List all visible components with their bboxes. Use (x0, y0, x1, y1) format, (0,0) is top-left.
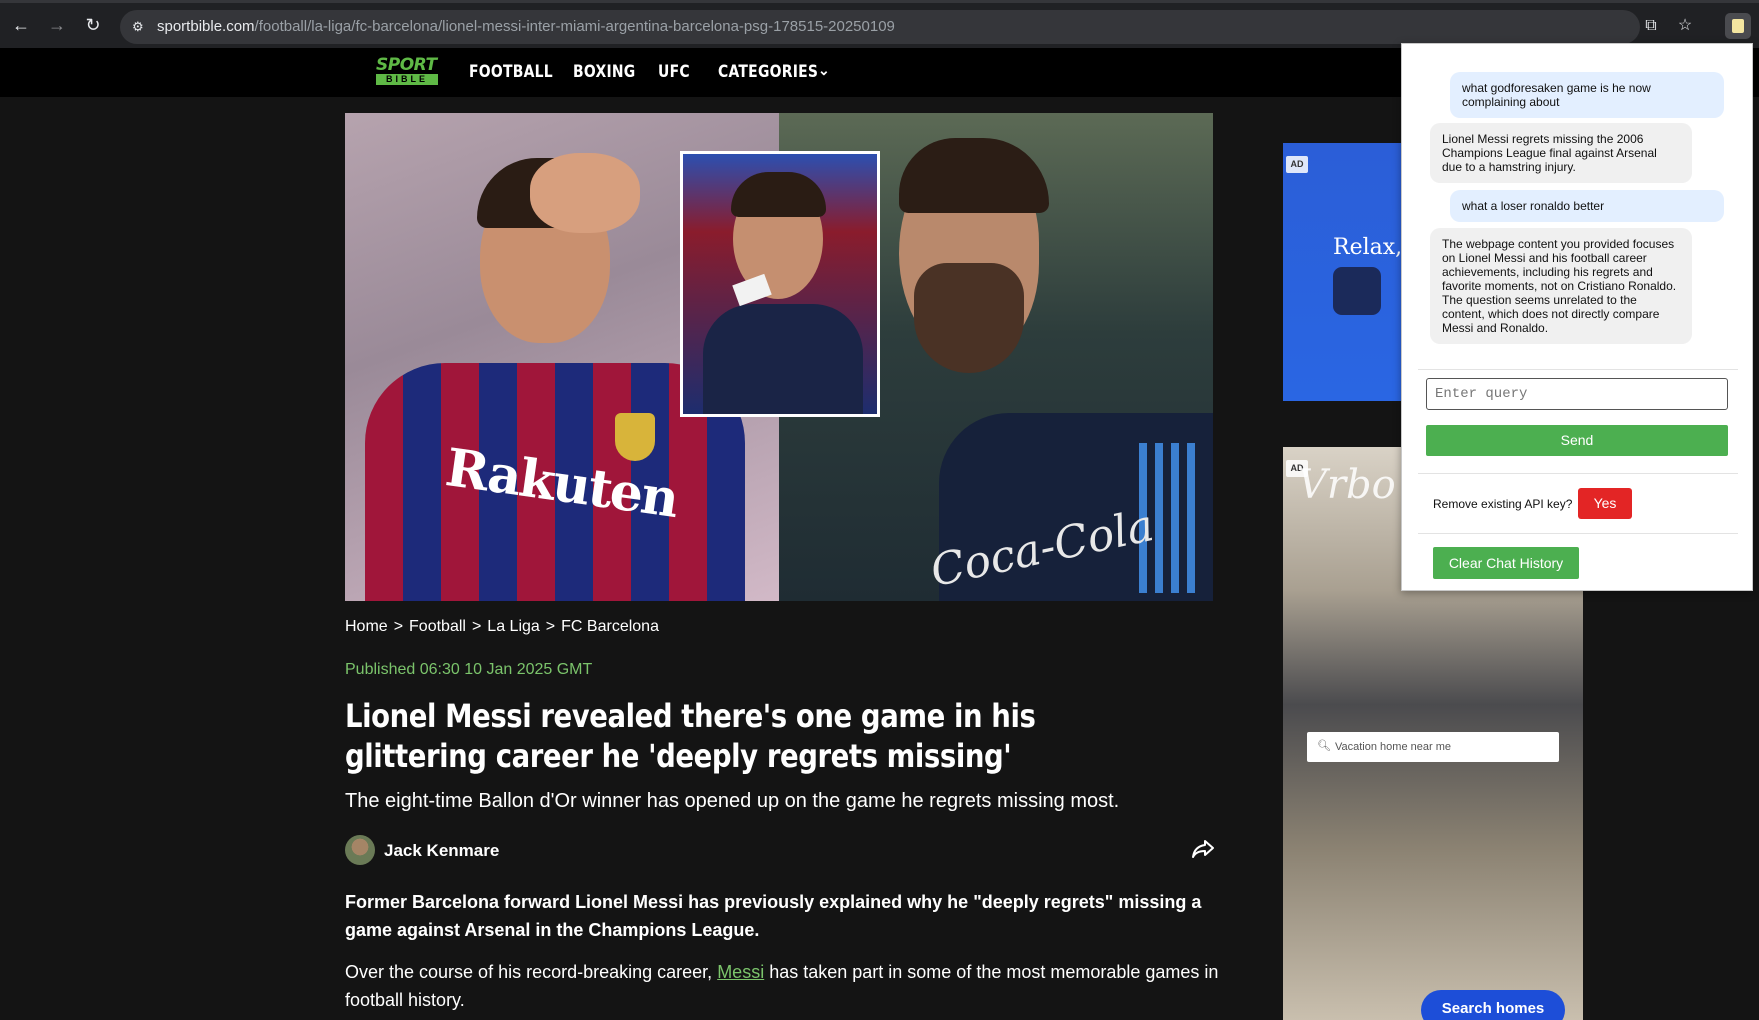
ad-banner-top[interactable]: AD Relax, y (1283, 143, 1411, 401)
bookmark-star-icon[interactable]: ☆ (1674, 15, 1696, 37)
nav-boxing[interactable]: BOXING (573, 62, 635, 82)
browser-toolbar: ← → ↻ ⚙ sportbible.com/football/la-liga/… (0, 0, 1759, 48)
author-avatar[interactable] (345, 835, 375, 865)
api-key-label: Remove existing API key? (1433, 497, 1573, 511)
article-subheadline: The eight-time Ballon d'Or winner has op… (345, 790, 1120, 812)
chat-message-bot: Lionel Messi regrets missing the 2006 Ch… (1430, 123, 1692, 183)
send-button[interactable]: Send (1426, 425, 1728, 456)
query-input[interactable] (1426, 378, 1728, 410)
remove-api-key-yes-button[interactable]: Yes (1578, 488, 1632, 519)
hero-image: Rakuten Coca-Cola (345, 113, 1213, 601)
ad-text: Relax, y (1333, 235, 1411, 260)
share-icon[interactable] (1190, 836, 1216, 862)
breadcrumb-la-liga[interactable]: La Liga (487, 618, 540, 635)
divider (1418, 369, 1738, 370)
ad-label: AD (1286, 156, 1308, 173)
chat-extension-popup: what godforesaken game is he now complai… (1401, 43, 1753, 591)
article-paragraph: Over the course of his record-breaking c… (345, 962, 1219, 1010)
vrbo-logo: Vrbo (1298, 462, 1396, 508)
breadcrumb-separator: > (393, 618, 404, 635)
breadcrumb-fc-barcelona[interactable]: FC Barcelona (561, 618, 659, 635)
breadcrumb-separator: > (471, 618, 482, 635)
club-crest (615, 413, 655, 461)
divider (1418, 533, 1738, 534)
ad-search-box[interactable]: 🔍︎ Vacation home near me (1307, 732, 1559, 762)
sportbible-logo[interactable]: SPORT BIBLE (376, 56, 438, 88)
nav-football[interactable]: FOOTBALL (469, 62, 553, 82)
divider (1418, 473, 1738, 474)
chat-message-user: what a loser ronaldo better (1450, 190, 1724, 222)
address-bar[interactable]: ⚙ sportbible.com/football/la-liga/fc-bar… (120, 10, 1640, 44)
breadcrumb: Home > Football > La Liga > FC Barcelona (345, 618, 659, 636)
published-date: Published 06:30 10 Jan 2025 GMT (345, 661, 593, 678)
breadcrumb-separator: > (545, 618, 556, 635)
nav-categories[interactable]: CATEGORIES (718, 62, 818, 82)
article-headline: Lionel Messi revealed there's one game i… (345, 697, 1036, 775)
extension-icon[interactable] (1725, 13, 1751, 39)
clear-chat-history-button[interactable]: Clear Chat History (1433, 547, 1579, 579)
hero-inset-photo (680, 151, 880, 417)
site-info-icon[interactable]: ⚙ (132, 18, 150, 36)
chevron-down-icon[interactable]: ⌄ (818, 62, 830, 79)
breadcrumb-football[interactable]: Football (409, 618, 466, 635)
forward-icon[interactable]: → (46, 14, 68, 36)
search-icon: 🔍︎ (1317, 740, 1331, 752)
messi-link[interactable]: Messi (717, 962, 764, 982)
nav-ufc[interactable]: UFC (658, 62, 690, 82)
article-lede: Former Barcelona forward Lionel Messi ha… (345, 892, 1202, 940)
chat-message-user: what godforesaken game is he now complai… (1450, 72, 1724, 118)
url-text[interactable]: sportbible.com/football/la-liga/fc-barce… (157, 18, 895, 35)
search-homes-button[interactable]: Search homes (1421, 990, 1565, 1020)
ad-app-logo (1333, 267, 1381, 315)
chat-message-bot: The webpage content you provided focuses… (1430, 228, 1692, 344)
reload-icon[interactable]: ↻ (82, 14, 104, 36)
author-name[interactable]: Jack Kenmare (384, 841, 499, 861)
back-icon[interactable]: ← (10, 14, 32, 36)
breadcrumb-home[interactable]: Home (345, 618, 388, 635)
install-app-icon[interactable]: ⧉ (1640, 15, 1662, 37)
